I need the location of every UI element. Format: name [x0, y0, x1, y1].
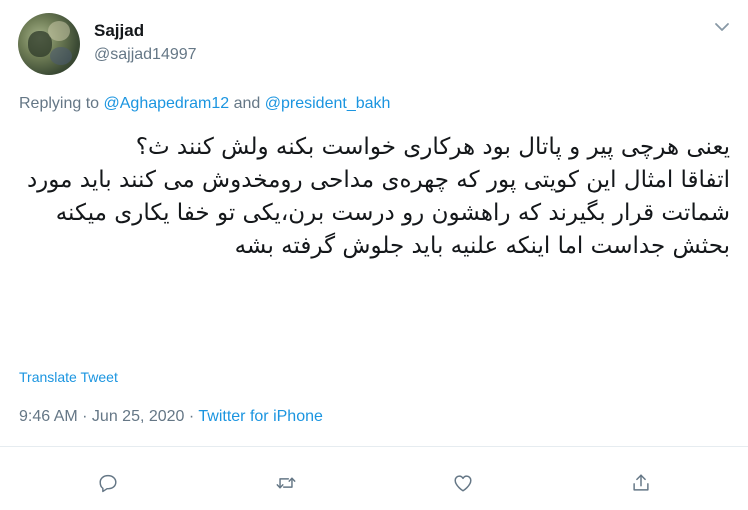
chevron-down-icon[interactable] — [714, 20, 730, 32]
replying-to: Replying to @Aghapedram12 and @president… — [19, 95, 390, 113]
display-name[interactable]: Sajjad — [94, 21, 144, 41]
share-icon — [633, 474, 649, 491]
mention-link[interactable]: @Aghapedram12 — [104, 95, 230, 112]
divider — [0, 446, 748, 447]
reply-button[interactable] — [95, 470, 121, 496]
like-button[interactable] — [450, 470, 476, 496]
tweet-source[interactable]: Twitter for iPhone — [198, 408, 323, 425]
share-button[interactable] — [628, 470, 654, 496]
avatar-detail — [48, 21, 70, 41]
mention-link[interactable]: @president_bakh — [265, 95, 391, 112]
reply-icon — [99, 474, 117, 493]
meta-separator: · — [77, 408, 92, 425]
meta-separator: · — [184, 408, 199, 425]
replying-prefix: Replying to — [19, 95, 104, 112]
tweet-time[interactable]: 9:46 AM — [19, 408, 78, 425]
avatar[interactable] — [18, 13, 80, 75]
retweet-icon — [276, 477, 296, 489]
retweet-button[interactable] — [273, 470, 299, 496]
replying-conjunction: and — [229, 95, 265, 112]
avatar-detail — [50, 47, 72, 65]
tweet-meta: 9:46 AM · Jun 25, 2020 · Twitter for iPh… — [19, 408, 323, 426]
translate-tweet-link[interactable]: Translate Tweet — [19, 369, 118, 385]
tweet-text: یعنی هرچی پیر و پاتال بود هرکاری خواست ب… — [26, 134, 730, 259]
heart-icon — [454, 475, 472, 492]
tweet-date[interactable]: Jun 25, 2020 — [92, 408, 185, 425]
user-handle[interactable]: @sajjad14997 — [94, 46, 197, 64]
